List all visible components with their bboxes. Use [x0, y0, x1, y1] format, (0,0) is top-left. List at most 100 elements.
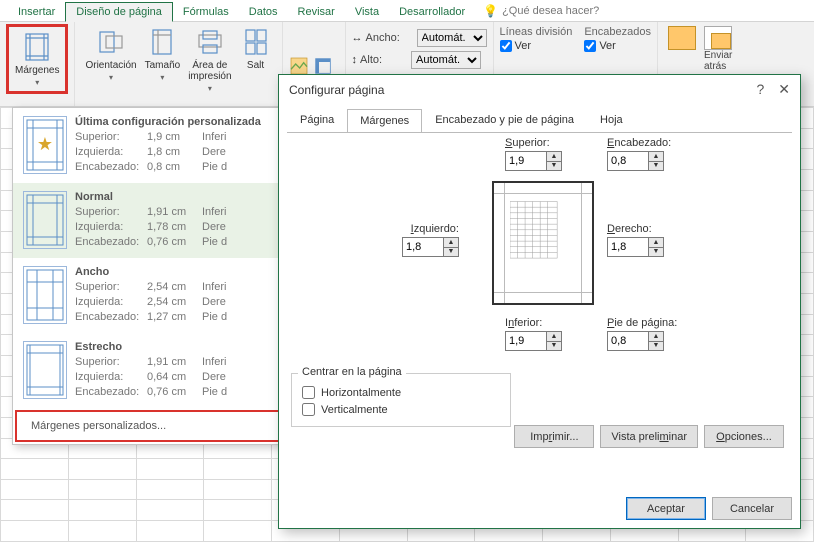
margins-wide-title: Ancho	[75, 266, 283, 278]
superior-input[interactable]	[505, 151, 547, 171]
print-area-icon	[194, 26, 226, 58]
orientation-icon	[95, 26, 127, 58]
help-button[interactable]: ?	[756, 81, 764, 98]
margins-last-title: Última configuración personalizada	[75, 116, 283, 128]
margins-narrow-title: Estrecho	[75, 341, 283, 353]
width-arrows-icon: ↔	[352, 32, 363, 44]
print-area-label: Área de impresión	[188, 60, 231, 82]
inferior-spinner[interactable]: ▲▼	[547, 331, 562, 351]
page-preview-icon	[492, 181, 594, 305]
breaks-icon	[240, 26, 272, 58]
margins-wide-thumb-icon	[23, 266, 67, 324]
vertical-label: Verticalmente	[321, 404, 388, 416]
margins-option-wide[interactable]: Ancho Superior:2,54 cmInferi Izquierda:2…	[13, 258, 293, 333]
headings-header: Encabezados	[584, 26, 651, 38]
pie-spinner[interactable]: ▲▼	[649, 331, 664, 351]
tell-me-label: ¿Qué desea hacer?	[502, 5, 599, 17]
margins-last-thumb-icon: ★	[23, 116, 67, 174]
margins-label: Márgenes	[15, 65, 59, 76]
pie-input[interactable]	[607, 331, 649, 351]
horizontal-label: Horizontalmente	[321, 387, 401, 399]
pie-label: Pie de página:	[607, 317, 677, 329]
print-titles-icon	[313, 56, 333, 76]
background-icon	[289, 56, 309, 76]
derecho-label: Derecho:	[607, 223, 652, 235]
margins-normal-thumb-icon	[23, 191, 67, 249]
inferior-label: Inferior:	[505, 317, 542, 329]
tab-vista[interactable]: Vista	[345, 3, 389, 21]
height-arrows-icon: ↕	[352, 54, 358, 66]
lightbulb-icon: 💡	[483, 4, 498, 18]
izquierdo-spinner[interactable]: ▲▼	[444, 237, 459, 257]
svg-text:★: ★	[37, 134, 53, 154]
size-icon	[146, 26, 178, 58]
encabezado-spinner[interactable]: ▲▼	[649, 151, 664, 171]
dialog-tabs: Página Márgenes Encabezado y pie de pági…	[279, 108, 800, 132]
dialog-title: Configurar página	[289, 83, 384, 97]
inferior-input[interactable]	[505, 331, 547, 351]
width-row: ↔ Ancho: Automát.	[352, 28, 487, 48]
center-legend: Centrar en la página	[298, 366, 406, 378]
dialog-tab-encabezado[interactable]: Encabezado y pie de página	[422, 108, 587, 132]
orientation-button[interactable]: Orientación▾	[81, 24, 140, 84]
dialog-tab-margenes[interactable]: Márgenes	[347, 109, 422, 133]
margins-option-normal[interactable]: Normal Superior:1,91 cmInferi Izquierda:…	[13, 183, 293, 258]
margins-icon	[21, 31, 53, 63]
width-select[interactable]: Automát.	[417, 29, 487, 47]
tab-insertar[interactable]: Insertar	[8, 3, 65, 21]
margins-normal-title: Normal	[75, 191, 283, 203]
orientation-label: Orientación	[85, 60, 136, 71]
gridlines-view-label: Ver	[515, 40, 532, 52]
height-row: ↕ Alto: Automát.	[352, 50, 487, 70]
print-area-button[interactable]: Área de impresión▾	[184, 24, 235, 95]
bring-forward-icon[interactable]	[668, 26, 696, 50]
breaks-button[interactable]: Salt	[236, 24, 276, 73]
superior-label: Superior:	[505, 137, 550, 149]
breaks-label: Salt	[247, 60, 264, 71]
izquierdo-label: Izquierdo:	[411, 223, 459, 235]
gridlines-header: Líneas división	[500, 26, 573, 38]
tell-me-search[interactable]: 💡 ¿Qué desea hacer?	[475, 1, 607, 21]
tab-datos[interactable]: Datos	[239, 3, 288, 21]
size-label: Tamaño	[145, 60, 181, 71]
horizontal-checkbox[interactable]	[302, 386, 315, 399]
margins-option-narrow[interactable]: Estrecho Superior:1,91 cmInferi Izquierd…	[13, 333, 293, 408]
gridlines-view-checkbox[interactable]	[500, 40, 512, 52]
encabezado-label: Encabezado:	[607, 137, 671, 149]
cancel-button[interactable]: Cancelar	[712, 497, 792, 520]
margins-option-last[interactable]: ★ Última configuración personalizada Sup…	[13, 108, 293, 183]
send-backward-label: Enviar atrás	[704, 50, 732, 72]
tab-desarrollador[interactable]: Desarrollador	[389, 3, 475, 21]
vertical-checkbox[interactable]	[302, 403, 315, 416]
dialog-tab-pagina[interactable]: Página	[287, 108, 347, 132]
close-button[interactable]: ✕	[778, 81, 790, 98]
accept-button[interactable]: Aceptar	[626, 497, 706, 520]
tab-revisar[interactable]: Revisar	[288, 3, 345, 21]
superior-spinner[interactable]: ▲▼	[547, 151, 562, 171]
tab-formulas[interactable]: Fórmulas	[173, 3, 239, 21]
derecho-input[interactable]	[607, 237, 649, 257]
width-label: Ancho:	[366, 32, 414, 44]
send-backward-button[interactable]: Enviar atrás	[704, 26, 732, 72]
margins-dropdown-panel: ★ Última configuración personalizada Sup…	[12, 107, 294, 445]
center-on-page-group: Centrar en la página Horizontalmente Ver…	[291, 373, 511, 427]
encabezado-input[interactable]	[607, 151, 649, 171]
print-button[interactable]: Imprimir...	[514, 425, 594, 448]
size-button[interactable]: Tamaño▾	[141, 24, 185, 84]
margins-narrow-thumb-icon	[23, 341, 67, 399]
dialog-tab-hoja[interactable]: Hoja	[587, 108, 636, 132]
height-label: Alto:	[360, 54, 408, 66]
chevron-down-icon: ▾	[35, 78, 39, 87]
headings-view-label: Ver	[599, 40, 616, 52]
height-select[interactable]: Automát.	[411, 51, 481, 69]
margins-custom-item[interactable]: Márgenes personalizados...	[15, 410, 291, 442]
preview-button[interactable]: Vista preliminar	[600, 425, 698, 448]
margins-button[interactable]: Márgenes ▾	[6, 24, 68, 94]
izquierdo-input[interactable]	[402, 237, 444, 257]
headings-view-checkbox[interactable]	[584, 40, 596, 52]
derecho-spinner[interactable]: ▲▼	[649, 237, 664, 257]
options-button[interactable]: Opciones...	[704, 425, 784, 448]
tab-diseno-pagina[interactable]: Diseño de página	[65, 2, 173, 22]
ribbon-tabs: Insertar Diseño de página Fórmulas Datos…	[0, 0, 814, 22]
page-setup-dialog: Configurar página ? ✕ Página Márgenes En…	[278, 74, 801, 529]
